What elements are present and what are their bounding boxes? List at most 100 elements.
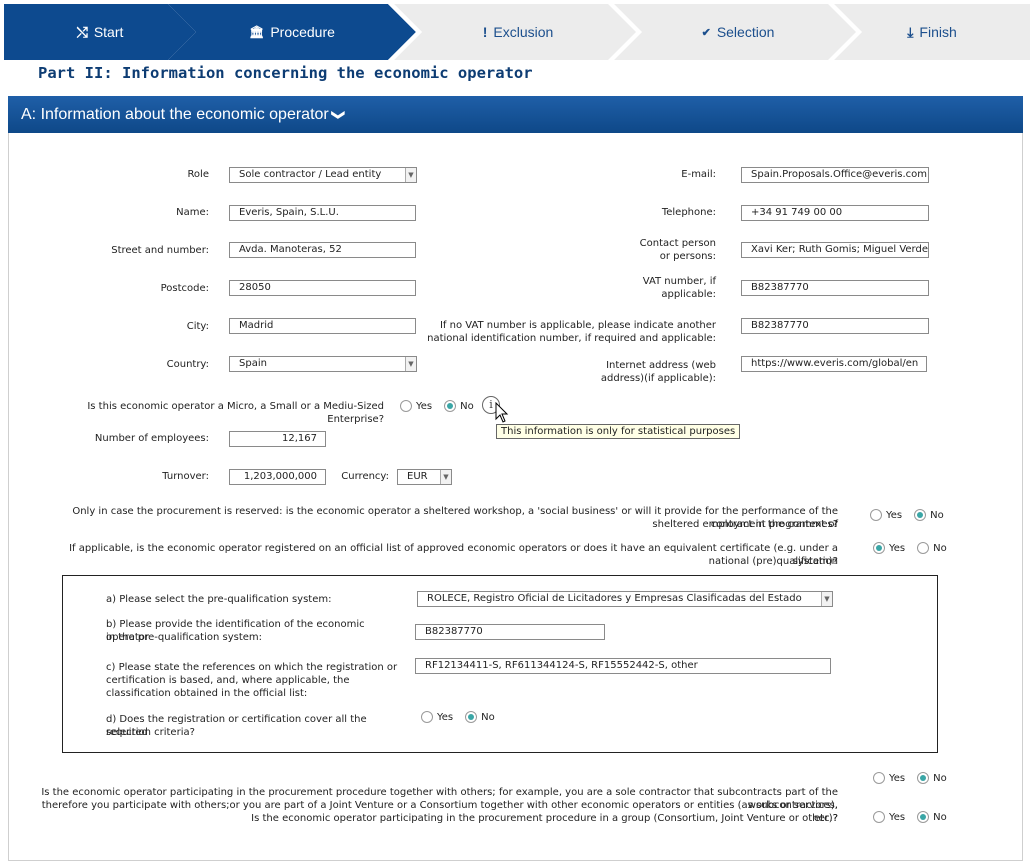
step-selection[interactable]: ✔ Selection [614,4,862,60]
employees-label: Number of employees: [94,433,209,444]
employees-field[interactable]: 12,167 [229,431,326,447]
contact-field[interactable]: Xavi Ker; Ruth Gomis; Miguel Verde [741,242,929,258]
chevron-down-icon: ▼ [821,592,832,606]
prequal-id-field[interactable]: B82387770 [415,624,605,640]
telephone-label: Telephone: [661,207,716,218]
sheltered-no-radio[interactable] [914,509,927,521]
section-title: A: Information about the economic operat… [21,105,329,123]
prequal-system-value: ROLECE, Registro Oficial de Licitadores … [427,593,802,604]
check-circle-icon: ✔ [701,26,711,39]
sme-no-radio[interactable] [444,400,457,412]
prequal-c-label-3: classification obtained in the official … [106,688,308,699]
prequal-system-select[interactable]: ROLECE, Registro Oficial de Licitadores … [417,591,833,607]
email-field[interactable]: Spain.Proposals.Office@everis.com [741,167,929,183]
vat-label-1: VAT number, if [642,276,716,287]
city-label: City: [186,321,209,332]
sheltered-no-label: No [930,509,944,521]
country-label: Country: [166,359,209,370]
turnover-label: Turnover: [162,471,209,482]
contact-label-2: or persons: [659,251,716,262]
mouse-pointer-icon [495,402,509,423]
registered-yes-label: Yes [889,542,906,554]
currency-label: Currency: [341,471,389,482]
shuffle-icon: ⤭ [76,23,88,40]
street-label: Street and number: [111,245,209,256]
together-yes-radio[interactable] [873,772,885,784]
together-no-radio[interactable] [917,772,930,784]
step-start[interactable]: ⤭ Start [4,4,196,60]
national-id-label-1: If no VAT number is applicable, please i… [439,320,716,331]
registered-question-2: system)? [792,556,838,567]
exclamation-icon: ! [482,24,488,40]
street-field[interactable]: Avda. Manoteras, 52 [229,242,416,258]
registered-radio-group: Yes No [873,542,959,554]
sme-radio-group: Yes No [400,400,486,412]
step-exclusion-label: Exclusion [493,24,554,40]
step-start-label: Start [93,24,124,40]
name-label: Name: [176,207,209,218]
internet-label-1: Internet address (web [606,360,716,371]
currency-select[interactable]: EUR ▼ [397,469,452,485]
step-wizard: ⤭ Start 🏛 Procedure ! Exclusion ✔ Select… [4,4,1030,60]
national-id-field[interactable]: B82387770 [741,318,929,334]
internet-field[interactable]: https://www.everis.com/global/en [741,356,927,372]
city-field[interactable]: Madrid [229,318,416,334]
chevron-down-icon: ❯ [331,109,347,120]
sme-yes-label: Yes [416,400,433,412]
prequal-d-yes-label: Yes [437,711,454,723]
together-no-label: No [933,772,947,784]
step-procedure[interactable]: 🏛 Procedure [168,4,416,60]
postcode-field[interactable]: 28050 [229,280,416,296]
prequal-a-label: a) Please select the pre-qualification s… [106,594,332,605]
country-value: Spain [239,358,267,369]
postcode-label: Postcode: [160,283,209,294]
sme-question: Is this economic operator a Micro, a Sma… [87,401,384,425]
turnover-field[interactable]: 1,203,000,000 [229,469,326,485]
sheltered-yes-label: Yes [886,509,903,521]
step-finish[interactable]: ⤓ Finish [834,4,1030,60]
chevron-down-icon: ▼ [405,357,416,371]
page-title: Part II: Information concerning the econ… [38,64,533,82]
national-id-label-2: national identification number, if requi… [427,333,716,344]
registered-yes-radio[interactable] [873,542,885,554]
prequal-d-no-radio[interactable] [465,711,478,723]
download-icon: ⤓ [907,23,914,40]
together-radio-group: Yes No [873,772,959,784]
step-exclusion[interactable]: ! Exclusion [394,4,642,60]
step-selection-label: Selection [716,24,775,40]
prequal-b-label-2: in the pre-qualification system: [106,632,263,643]
role-label: Role [187,169,209,180]
registered-no-radio[interactable] [917,542,930,554]
role-value: Sole contractor / Lead entity [239,169,382,180]
role-select[interactable]: Sole contractor / Lead entity ▼ [229,167,417,183]
sme-yes-radio[interactable] [400,400,412,412]
vat-label-2: applicable: [661,289,716,300]
prequal-c-label-2: certification is based, and, where appli… [106,675,350,686]
prequal-references-field[interactable]: RF12134411-S, RF611344124-S, RF15552442-… [415,658,831,674]
prequal-d-radio-group: Yes No [421,711,507,723]
info-tooltip: This information is only for statistical… [496,424,741,439]
group-yes-label: Yes [889,811,906,823]
group-question: Is the economic operator participating i… [251,813,838,824]
section-header[interactable]: A: Information about the economic operat… [8,96,1023,133]
prequal-d-no-label: No [481,711,495,723]
step-procedure-label: Procedure [270,24,335,40]
telephone-field[interactable]: +34 91 749 00 00 [741,205,929,221]
prequal-d-label-2: selection criteria? [106,727,195,738]
internet-label-2: address)(if applicable): [600,373,716,384]
country-select[interactable]: Spain ▼ [229,356,417,372]
registered-no-label: No [933,542,947,554]
email-label: E-mail: [681,169,716,180]
step-finish-label: Finish [919,24,957,40]
name-field[interactable]: Everis, Spain, S.L.U. [229,205,416,221]
chevron-down-icon: ▼ [440,470,451,484]
sheltered-yes-radio[interactable] [870,509,882,521]
group-no-radio[interactable] [917,811,930,823]
vat-field[interactable]: B82387770 [741,280,929,296]
group-no-label: No [933,811,947,823]
group-yes-radio[interactable] [873,811,885,823]
chevron-down-icon: ▼ [405,168,416,182]
prequal-d-yes-radio[interactable] [421,711,433,723]
sme-no-label: No [460,400,474,412]
sheltered-question-2: sheltered employment programmes? [652,519,838,530]
